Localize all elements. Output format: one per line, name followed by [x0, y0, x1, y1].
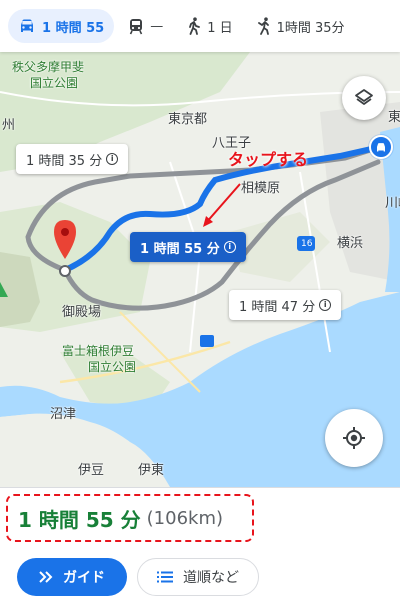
ride-hail-icon [257, 17, 269, 35]
place-label: 秩父多摩甲斐 [12, 60, 85, 74]
place-label: 川崎 [385, 196, 400, 211]
list-icon [157, 571, 173, 583]
my-location-icon [343, 427, 365, 449]
alt-route-label-1[interactable]: 1 時間 35 分 i [16, 144, 129, 174]
travel-mode-bar: 1 時間 55 — 1 日 1時間 35分 [0, 0, 400, 52]
tab-transit[interactable]: — [118, 9, 173, 43]
place-label: 東 [388, 110, 400, 125]
info-icon: i [319, 299, 332, 311]
route-shield: 16 [301, 239, 313, 249]
selected-route-time: 1 時間 55 分 [140, 241, 220, 257]
alt-route-time: 1 時間 47 分 [239, 299, 316, 315]
place-label: 御殿場 [62, 305, 102, 320]
tab-ride[interactable]: 1時間 35分 [247, 9, 355, 43]
route-summary-sheet: 1 時間 55 分 (106km) ガイド 道順など [0, 487, 400, 601]
tab-walk[interactable]: 1 日 [177, 9, 242, 43]
destination-marker[interactable] [369, 135, 393, 159]
place-label: 国立公園 [30, 76, 79, 90]
tab-ride-label: 1時間 35分 [276, 20, 345, 36]
route-map[interactable]: 秩父多摩甲斐 国立公園 東京都 八王子 相模原 川崎 横浜 御殿場 富士箱根伊豆… [0, 52, 400, 487]
tab-car-label: 1 時間 55 [42, 20, 105, 36]
place-label: 州 [2, 118, 16, 133]
tap-annotation: タップする [228, 150, 309, 169]
alt-route-time: 1 時間 35 分 [26, 153, 103, 169]
place-label: 東京都 [168, 112, 208, 127]
place-label: 相模原 [241, 181, 281, 196]
place-label: 国立公園 [88, 360, 137, 374]
place-label: 伊豆 [78, 463, 105, 478]
my-location-button[interactable] [325, 409, 383, 467]
train-icon [129, 18, 143, 34]
tab-car[interactable]: 1 時間 55 [8, 9, 115, 43]
selected-route-label[interactable]: 1 時間 55 分 i [130, 232, 246, 262]
guide-button[interactable]: ガイド [17, 558, 127, 596]
place-label: 伊東 [138, 463, 165, 478]
layers-icon [355, 89, 373, 105]
tab-transit-label: — [150, 18, 164, 34]
route-summary-highlight: 1 時間 55 分 (106km) [6, 494, 254, 542]
trip-duration: 1 時間 55 分 [18, 507, 141, 532]
info-icon: i [106, 153, 119, 165]
info-icon: i [223, 241, 236, 253]
layers-button[interactable] [342, 76, 386, 120]
place-label: 沼津 [50, 407, 77, 422]
car-icon [21, 19, 33, 32]
tab-walk-label: 1 日 [207, 20, 233, 36]
guide-button-label: ガイド [63, 570, 105, 586]
steps-button-label: 道順など [183, 570, 239, 586]
car-icon [377, 142, 385, 151]
double-chevron-icon [39, 571, 53, 583]
trip-distance: (106km) [146, 507, 223, 529]
steps-button[interactable]: 道順など [137, 558, 259, 596]
walk-icon [189, 17, 201, 35]
place-label: 富士箱根伊豆 [62, 344, 135, 358]
alt-route-label-2[interactable]: 1 時間 47 分 i [229, 290, 342, 320]
place-label: 横浜 [337, 236, 364, 251]
